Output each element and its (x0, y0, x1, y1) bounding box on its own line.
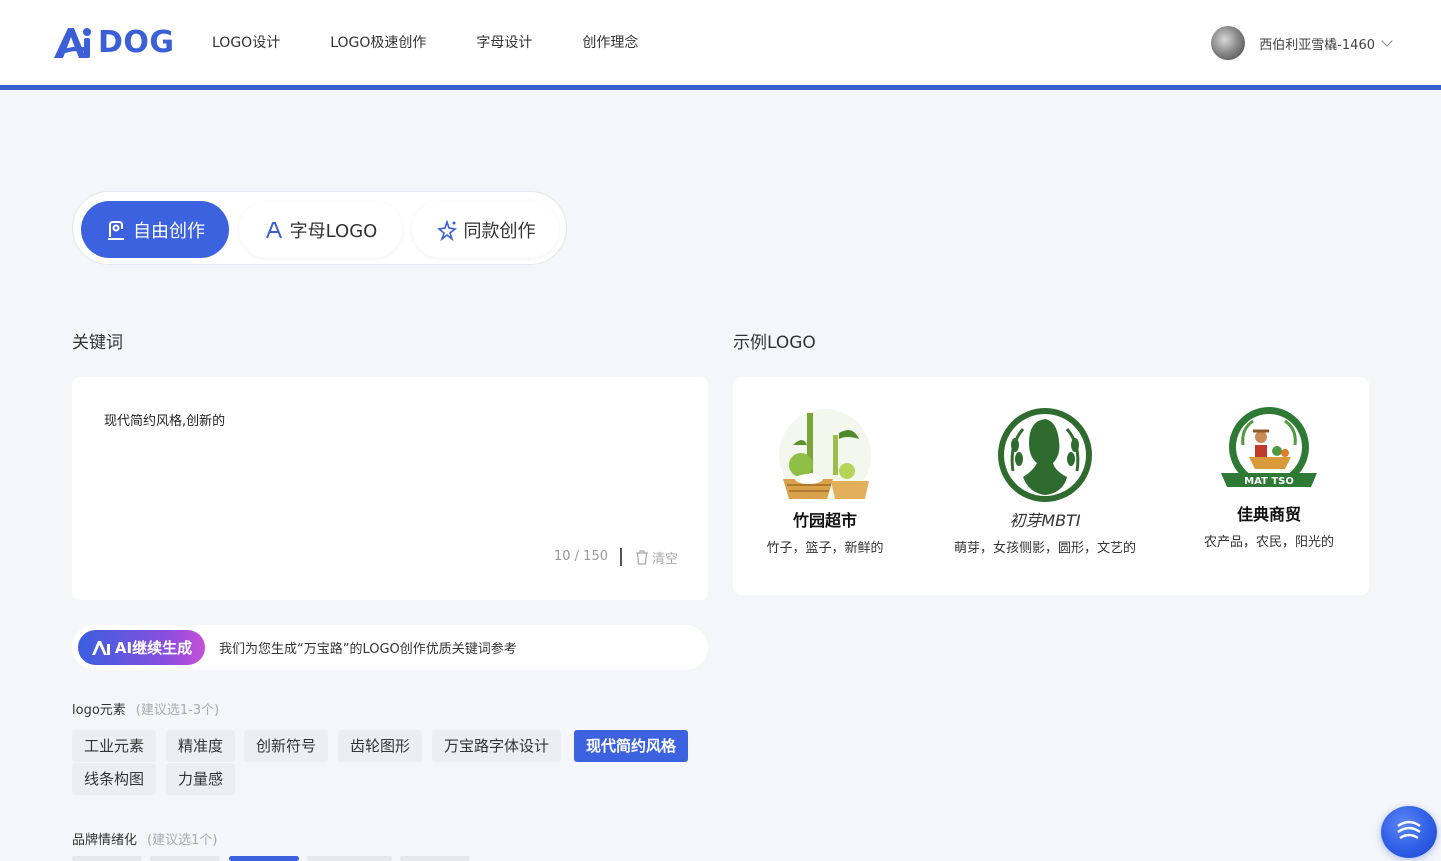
elements-label: logo元素 (建议选1-3个) (72, 699, 219, 718)
example-brand-1: 竹园超市 (792, 511, 857, 530)
tag-line-composition[interactable]: 线条构图 (72, 763, 157, 795)
main-nav: LOGO设计 LOGO极速创作 字母设计 创作理念 (212, 32, 688, 52)
tag-font-design[interactable]: 万宝路字体设计 (432, 730, 562, 762)
char-counter: 10 / 150 (554, 549, 608, 564)
example-caption-3: 农产品，农民，阳光的 (1203, 535, 1334, 550)
ai-continue-button[interactable]: AI继续生成 (78, 630, 205, 665)
emotion-tag-peek-4[interactable] (307, 856, 392, 861)
nav-logo-fast[interactable]: LOGO极速创作 (330, 32, 426, 52)
tag-power[interactable]: 力量感 (166, 763, 236, 795)
keywords-label: 关键词 (72, 333, 123, 353)
keyword-textarea[interactable]: 现代简约风格,创新的 10 / 150 清空 (72, 377, 708, 600)
emotion-tag-peek-2[interactable] (150, 856, 220, 861)
example-logos-panel: 竹园超市 竹子，篮子，新鲜的 初芽MBTI 萌芽，女孩侧影，圆形，文艺的 MAT… (733, 377, 1369, 595)
emotion-label: 品牌情绪化 (建议选1个) (72, 829, 217, 848)
example-logo-2[interactable]: 初芽MBTI 萌芽，女孩侧影，圆形，文艺的 (935, 405, 1155, 556)
brand-logo[interactable]: DOG (50, 22, 175, 62)
tab-same-style-label: 同款创作 (463, 220, 536, 242)
example-brand-3: 佳典商贸 (1236, 505, 1301, 524)
nav-concept[interactable]: 创作理念 (582, 32, 638, 52)
chevron-down-icon[interactable] (1381, 34, 1393, 47)
pen-icon (108, 220, 124, 240)
tab-free-create-label: 自由创作 (133, 220, 205, 242)
tab-letter-logo-label: 字母LOGO (289, 220, 378, 242)
example-logo-3[interactable]: MAT TSO 佳典商贸 农产品，农民，阳光的 (1159, 405, 1379, 550)
user-name: 西伯利亚雪橇-1460 (1259, 37, 1375, 53)
top-header: DOG LOGO设计 LOGO极速创作 字母设计 创作理念 西伯利亚雪橇-146… (0, 0, 1441, 85)
example-brand-2: 初芽MBTI (1009, 511, 1081, 530)
emotion-tag-peek-1[interactable] (72, 856, 142, 861)
trash-icon (635, 550, 648, 565)
clear-button[interactable]: 清空 (635, 548, 678, 567)
tab-same-style[interactable]: 同款创作 (412, 201, 559, 258)
tab-free-create[interactable]: 自由创作 (81, 201, 229, 258)
emotion-tag-peek-5[interactable] (400, 856, 470, 861)
counter-divider (620, 548, 622, 566)
tag-industrial[interactable]: 工业元素 (72, 730, 157, 762)
emotion-hint: (建议选1个) (147, 833, 218, 848)
mode-switcher: 自由创作 字母LOGO 同款创作 (72, 191, 567, 265)
ai-hint-text: 我们为您生成“万宝路”的LOGO创作优质关键词参考 (219, 642, 517, 657)
keyword-value[interactable]: 现代简约风格,创新的 (104, 410, 225, 429)
examples-label: 示例LOGO (733, 333, 816, 353)
brand-name: DOG (98, 24, 175, 60)
ai-suggest-bar: AI继续生成 我们为您生成“万宝路”的LOGO创作优质关键词参考 (72, 625, 708, 670)
sparkle-icon (436, 218, 457, 241)
letter-a-icon (265, 221, 282, 238)
tag-precision[interactable]: 精准度 (166, 730, 236, 762)
example-logo-1[interactable]: 竹园超市 竹子，篮子，新鲜的 (715, 405, 935, 556)
farmer-badge-text: MAT TSO (1244, 476, 1294, 487)
header-accent-bar (0, 85, 1441, 90)
nav-letter-design[interactable]: 字母设计 (476, 32, 532, 52)
tag-innovation-symbol[interactable]: 创新符号 (244, 730, 329, 762)
bamboo-basket-logo (779, 409, 871, 501)
ai-logo-icon (91, 640, 110, 655)
tag-modern-minimal[interactable]: 现代简约风格 (574, 730, 689, 762)
elements-label-text: logo元素 (72, 703, 126, 718)
clear-label: 清空 (651, 552, 678, 567)
example-caption-2: 萌芽，女孩侧影，圆形，文艺的 (953, 541, 1136, 556)
user-menu[interactable]: 西伯利亚雪橇-1460 (1211, 26, 1393, 60)
brand-logo-icon (54, 28, 91, 58)
elements-hint: (建议选1-3个) (135, 703, 220, 718)
example-caption-1: 竹子，篮子，新鲜的 (766, 541, 884, 556)
chat-float-button[interactable] (1381, 806, 1437, 858)
tab-letter-logo[interactable]: 字母LOGO (239, 201, 402, 258)
chat-icon (1397, 820, 1421, 840)
ai-continue-label: AI继续生成 (114, 639, 193, 657)
emotion-label-text: 品牌情绪化 (72, 833, 138, 848)
girl-silhouette-logo (998, 408, 1092, 502)
farmer-badge-logo: MAT TSO (1221, 407, 1317, 487)
tag-gear[interactable]: 齿轮图形 (338, 730, 423, 762)
nav-logo-design[interactable]: LOGO设计 (212, 32, 280, 52)
avatar[interactable] (1211, 26, 1246, 60)
emotion-tag-peek-3[interactable] (229, 856, 299, 861)
